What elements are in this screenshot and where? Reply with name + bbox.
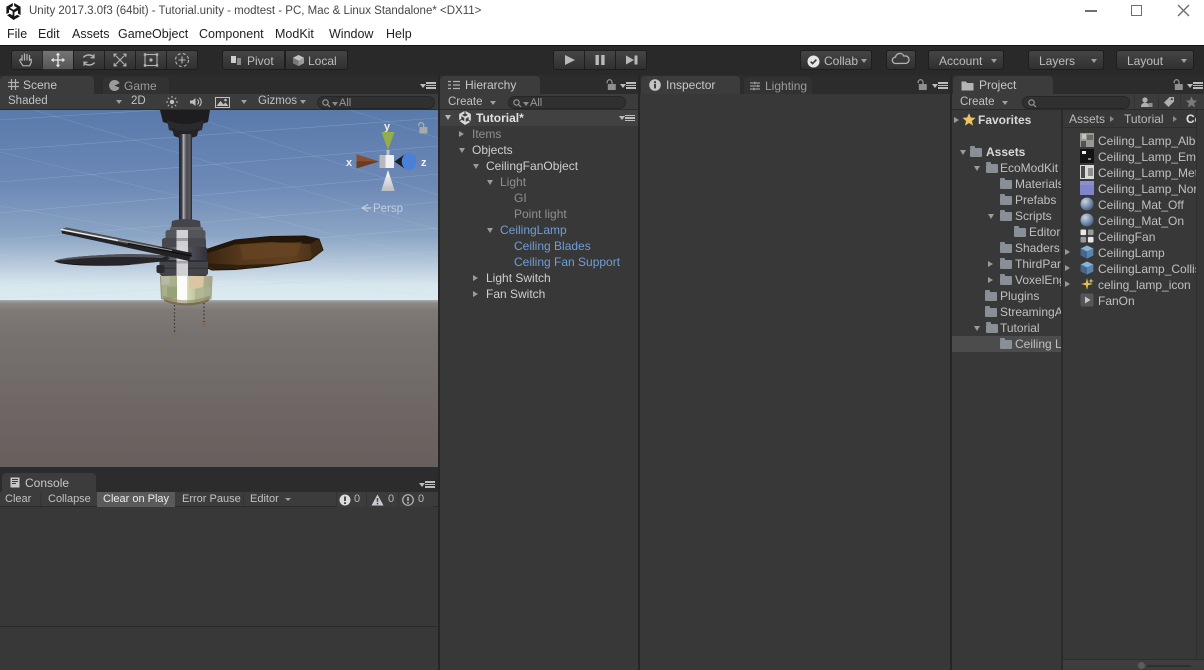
svg-text:x: x (346, 157, 353, 169)
svg-text:Persp: Persp (373, 203, 403, 215)
svg-text:y: y (384, 121, 391, 133)
svg-text:z: z (421, 157, 427, 169)
